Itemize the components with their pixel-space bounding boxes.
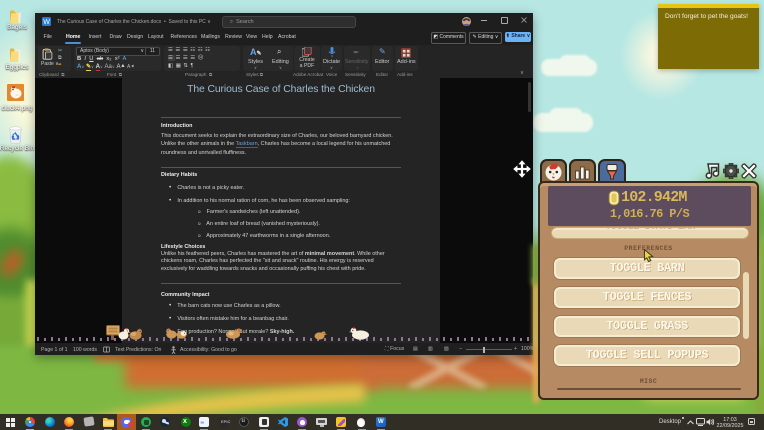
svg-text:W: W: [43, 19, 50, 26]
